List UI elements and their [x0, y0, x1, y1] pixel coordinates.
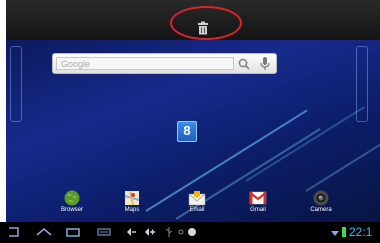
- left-page-indicator[interactable]: [10, 46, 22, 122]
- usb-notification-icon[interactable]: [164, 226, 174, 238]
- home-icon[interactable]: [36, 226, 52, 238]
- dock-label: Camera: [310, 207, 332, 213]
- remove-drop-target-bar[interactable]: [6, 0, 380, 40]
- red-highlight-circle: [170, 6, 242, 40]
- system-bar: 22:1: [0, 222, 380, 243]
- microphone-icon[interactable]: [259, 56, 271, 72]
- menu-icon[interactable]: [97, 226, 111, 238]
- search-input[interactable]: Google: [56, 57, 234, 70]
- volume-down-icon[interactable]: [125, 226, 137, 238]
- gmail-icon: [249, 191, 267, 205]
- battery-icon: [342, 227, 346, 237]
- dock-label: Email: [189, 207, 205, 213]
- dock-label: Gmail: [250, 207, 266, 213]
- wifi-icon: [331, 231, 339, 236]
- right-page-indicator[interactable]: [356, 46, 368, 122]
- status-clock[interactable]: 22:1: [349, 225, 372, 239]
- recent-apps-icon[interactable]: [66, 226, 80, 238]
- dock-camera[interactable]: Camera: [301, 190, 341, 213]
- search-icon[interactable]: [237, 57, 251, 71]
- google-search-widget[interactable]: Google: [52, 53, 277, 74]
- maps-icon: [124, 190, 140, 206]
- camera-icon: [313, 190, 329, 206]
- dock-maps[interactable]: Maps: [112, 190, 152, 213]
- google-app-icon[interactable]: 8: [177, 121, 197, 142]
- dock-browser[interactable]: Browser: [52, 190, 92, 213]
- email-icon: [188, 191, 206, 206]
- volume-up-icon[interactable]: [144, 226, 156, 238]
- back-icon[interactable]: [8, 226, 22, 238]
- dock-gmail[interactable]: Gmail: [238, 190, 278, 213]
- dock-label: Browser: [60, 207, 83, 213]
- download-notification-icon[interactable]: [187, 226, 197, 238]
- browser-globe-icon: [64, 190, 80, 206]
- android-tablet-home-screen: Google 8 Browser Maps Email Gmail Camera…: [0, 0, 380, 243]
- debug-notification-icon[interactable]: [176, 226, 186, 238]
- dock-label: Maps: [124, 207, 140, 213]
- dock-email[interactable]: Email: [177, 190, 217, 213]
